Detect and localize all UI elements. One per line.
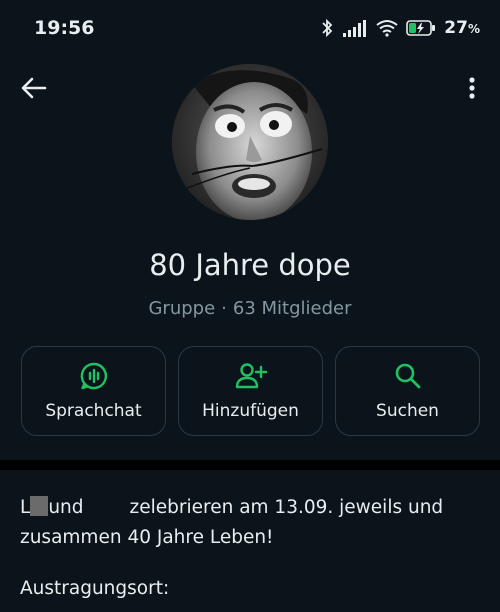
voice-chat-icon: [80, 362, 107, 390]
more-options-button[interactable]: [458, 70, 486, 106]
action-buttons: Sprachchat Hinzufügen Suchen: [21, 346, 480, 436]
voice-chat-button[interactable]: Sprachchat: [21, 346, 166, 436]
search-button[interactable]: Suchen: [335, 346, 480, 436]
search-label: Suchen: [376, 401, 439, 421]
add-person-icon: [235, 363, 267, 389]
battery-charging-icon: [406, 20, 436, 36]
bluetooth-icon: [322, 18, 333, 38]
add-participant-label: Hinzufügen: [202, 401, 299, 421]
description-prefix: L: [20, 497, 31, 518]
status-icons: 27%: [320, 18, 480, 38]
voice-chat-label: Sprachchat: [45, 401, 142, 421]
member-count[interactable]: 63 Mitglieder: [233, 298, 352, 319]
group-meta: Gruppe · 63 Mitglieder: [0, 298, 500, 319]
section-divider: [0, 460, 500, 470]
description-und: und: [48, 497, 84, 518]
status-time: 19:56: [34, 17, 95, 39]
redacted-name-2: [84, 496, 130, 516]
search-icon: [395, 363, 420, 389]
signal-icon: [343, 20, 367, 37]
back-button[interactable]: [16, 70, 52, 106]
battery-percent: 27%: [444, 18, 480, 38]
group-description: Lund zelebrieren am 13.09. jeweils und zu…: [20, 493, 485, 553]
add-participant-button[interactable]: Hinzufügen: [178, 346, 323, 436]
wifi-icon: [376, 20, 398, 37]
location-label: Austragungsort:: [20, 578, 170, 599]
redacted-name: [30, 496, 49, 516]
back-arrow-icon: [21, 77, 47, 99]
status-bar: 19:56 27%: [0, 0, 500, 56]
group-photo: [172, 64, 328, 220]
group-type: Gruppe: [148, 298, 216, 319]
group-name[interactable]: 80 Jahre dope: [0, 248, 500, 282]
group-avatar[interactable]: [172, 64, 328, 220]
more-vertical-icon: [469, 77, 475, 99]
meta-separator: ·: [221, 298, 227, 319]
